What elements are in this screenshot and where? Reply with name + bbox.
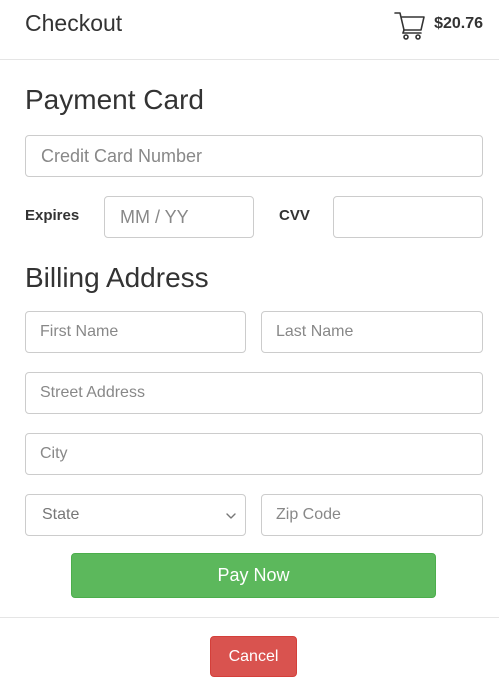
zip-code-input[interactable] <box>261 494 483 536</box>
last-name-input[interactable] <box>261 311 483 353</box>
cancel-button[interactable]: Cancel <box>210 636 297 677</box>
shopping-cart-icon <box>394 12 425 40</box>
street-address-input[interactable] <box>25 372 483 414</box>
cvv-label: CVV <box>279 207 310 224</box>
cart-summary[interactable]: $20.76 <box>392 6 483 42</box>
page-title: Checkout <box>25 10 123 36</box>
state-select[interactable]: State <box>25 494 246 536</box>
divider <box>0 617 499 618</box>
cart-total: $20.76 <box>434 15 483 32</box>
expires-input[interactable] <box>104 196 254 238</box>
cvv-input[interactable] <box>333 196 483 238</box>
expires-label: Expires <box>25 207 80 224</box>
pay-now-button[interactable]: Pay Now <box>71 553 436 598</box>
city-input[interactable] <box>25 433 483 475</box>
chevron-down-icon <box>226 513 236 519</box>
payment-card-heading: Payment Card <box>25 84 204 115</box>
checkout-header: Checkout $20.76 <box>0 0 499 60</box>
state-select-value: State <box>42 506 80 523</box>
first-name-input[interactable] <box>25 311 246 353</box>
card-number-input[interactable] <box>25 135 483 177</box>
billing-address-heading: Billing Address <box>25 262 209 293</box>
